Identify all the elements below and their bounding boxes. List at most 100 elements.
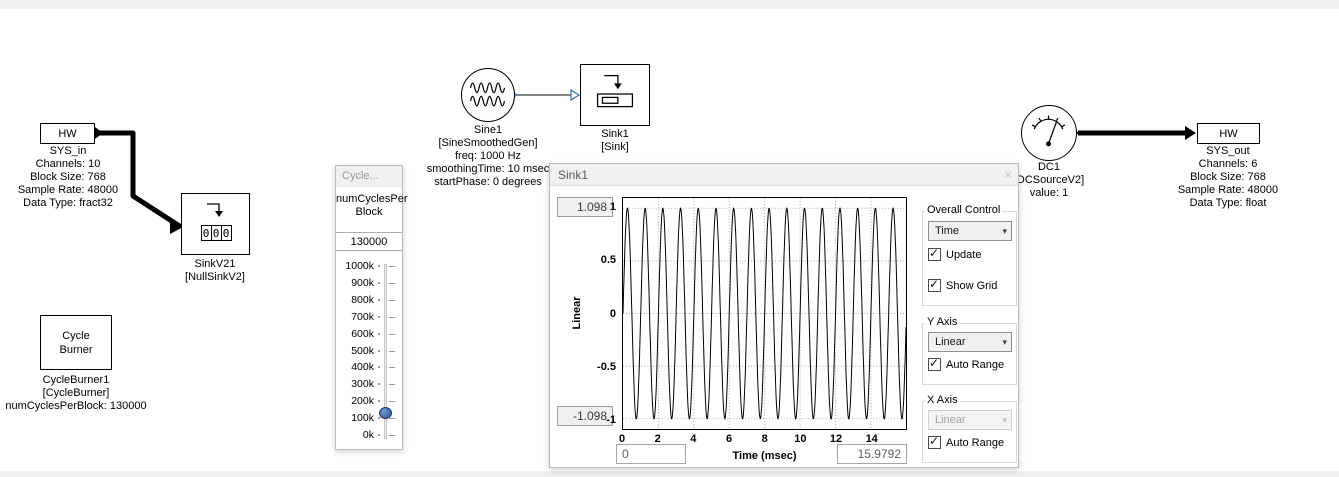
sysin-output-port[interactable] bbox=[95, 127, 103, 139]
slider-tick-mark bbox=[389, 401, 395, 402]
checkbox-label: Auto Range bbox=[946, 359, 1004, 371]
slider-handle[interactable] bbox=[379, 407, 392, 419]
block-prop-label: freq: 1000 Hz bbox=[408, 150, 568, 163]
slider-tick-label: 1000k bbox=[338, 260, 374, 272]
checkbox-label: Update bbox=[946, 249, 981, 261]
x-axis-group-label: X Axis bbox=[925, 394, 960, 406]
block-dc1[interactable] bbox=[1021, 105, 1077, 161]
counter-digit: 0 bbox=[221, 225, 232, 241]
slider-tick-mark bbox=[389, 283, 395, 284]
slider-tick-mark bbox=[389, 351, 395, 352]
block-title-line: Burner bbox=[59, 343, 92, 357]
slider-tick-label: 900k bbox=[338, 277, 374, 289]
block-name-label: SYS_out bbox=[1145, 145, 1311, 158]
slider-tick-dot bbox=[378, 366, 380, 368]
slider-scale: 1000k900k800k700k600k500k400k300k200k100… bbox=[336, 166, 402, 449]
block-type-label: [Sink] bbox=[555, 141, 675, 154]
block-sinkv21[interactable]: 0 0 0 bbox=[181, 193, 250, 255]
checkbox-box: ✓ bbox=[928, 358, 941, 371]
slider-tick-dot bbox=[378, 282, 380, 284]
slider-tick-mark bbox=[389, 367, 395, 368]
slider-tick-dot bbox=[378, 316, 380, 318]
checkbox-box: ✓ bbox=[928, 436, 941, 449]
y-axis-dropdown[interactable]: Linear ▾ bbox=[928, 332, 1012, 352]
block-prop-label: Block Size: 768 bbox=[1145, 171, 1311, 184]
slider-tick-mark bbox=[389, 300, 395, 301]
block-prop-label: Data Type: fract32 bbox=[0, 197, 151, 210]
x-axis-label: Time (msec) bbox=[697, 450, 832, 462]
block-prop-label: Sample Rate: 48000 bbox=[0, 184, 151, 197]
designer-canvas: HW SYS_in Channels: 10 Block Size: 768 S… bbox=[0, 0, 1339, 477]
update-checkbox[interactable]: ✓ Update bbox=[928, 248, 981, 261]
slider-tick-label: 0k bbox=[338, 429, 374, 441]
x-auto-range-checkbox[interactable]: ✓ Auto Range bbox=[928, 436, 1004, 449]
y-axis-group-label: Y Axis bbox=[925, 316, 959, 328]
block-title-line: Cycle bbox=[62, 329, 90, 343]
plot-canvas bbox=[623, 198, 906, 429]
block-cycleburner[interactable]: Cycle Burner bbox=[40, 315, 112, 370]
check-icon: ✓ bbox=[929, 277, 939, 291]
block-name-label: Sink1 bbox=[555, 128, 675, 141]
sink1-window-titlebar[interactable]: Sink1 × bbox=[550, 164, 1018, 186]
block-label-sys-out: SYS_out Channels: 6 Block Size: 768 Samp… bbox=[1145, 145, 1311, 210]
check-icon: ✓ bbox=[929, 246, 939, 260]
slider-tick-dot bbox=[378, 333, 380, 335]
slider-tick-dot bbox=[378, 434, 380, 436]
block-prop-label: numCyclesPerBlock: 130000 bbox=[0, 400, 166, 413]
y-auto-range-checkbox[interactable]: ✓ Auto Range bbox=[928, 358, 1004, 371]
slider-tick-dot bbox=[378, 265, 380, 267]
block-type-label: [NullSinkV2] bbox=[135, 271, 295, 284]
block-sys-in[interactable]: HW bbox=[40, 123, 95, 144]
block-sink1[interactable] bbox=[580, 64, 650, 126]
checkbox-label: Auto Range bbox=[946, 437, 1004, 449]
x-tick-label: 4 bbox=[683, 433, 703, 445]
slider-tick-mark bbox=[389, 266, 395, 267]
window-title: Sink1 bbox=[558, 168, 588, 182]
block-prop-label: startPhase: 0 degrees bbox=[408, 176, 568, 189]
x-tick-label: 10 bbox=[790, 433, 810, 445]
block-name-label: CycleBurner1 bbox=[0, 374, 166, 387]
y-axis-label: Linear bbox=[571, 296, 583, 329]
block-label-sine1: Sine1 [SineSmoothedGen] freq: 1000 Hz sm… bbox=[408, 124, 568, 189]
slider-tick-mark bbox=[389, 317, 395, 318]
overall-control-dropdown[interactable]: Time ▾ bbox=[928, 221, 1012, 241]
block-prop-label: smoothingTime: 10 msec bbox=[408, 163, 568, 176]
y-tick-label: -1 bbox=[588, 414, 616, 426]
y-tick-label: 1 bbox=[588, 201, 616, 213]
x-max-input[interactable] bbox=[837, 444, 907, 464]
close-icon[interactable]: × bbox=[1004, 167, 1012, 182]
slider-tick-dot bbox=[378, 299, 380, 301]
plot-area bbox=[622, 197, 907, 430]
y-tick-label: 0.5 bbox=[588, 254, 616, 266]
cycleburner-slider-window: Cycle... numCyclesPer Block 130000 1000k… bbox=[335, 165, 403, 450]
null-sink-counter: 0 0 0 bbox=[201, 225, 231, 241]
sink1-window: Sink1 × 1.098 -1.098 Linear Time (msec) … bbox=[549, 163, 1019, 468]
block-name-label: SYS_in bbox=[0, 145, 151, 158]
x-min-input[interactable] bbox=[616, 444, 686, 464]
meter-icon bbox=[1022, 106, 1075, 159]
check-icon: ✓ bbox=[929, 356, 939, 370]
slider-tick-label: 800k bbox=[338, 294, 374, 306]
y-tick-label: -0.5 bbox=[588, 361, 616, 373]
sink-arrow-icon bbox=[181, 197, 250, 223]
sink1-input-port[interactable] bbox=[571, 90, 579, 100]
slider-tick-label: 600k bbox=[338, 328, 374, 340]
block-label-sys-in: SYS_in Channels: 10 Block Size: 768 Samp… bbox=[0, 145, 151, 210]
slider-tick-label: 200k bbox=[338, 395, 374, 407]
x-axis-dropdown: Linear ▾ bbox=[928, 410, 1012, 430]
slider-tick-label: 100k bbox=[338, 412, 374, 424]
slider-tick-mark bbox=[389, 435, 395, 436]
dropdown-value: Linear bbox=[935, 336, 966, 348]
sine-wave-icon bbox=[462, 69, 513, 120]
block-type-label: [SineSmoothedGen] bbox=[408, 137, 568, 150]
show-grid-checkbox[interactable]: ✓ Show Grid bbox=[928, 279, 997, 292]
block-prop-label: Channels: 10 bbox=[0, 158, 151, 171]
sink-icon bbox=[581, 65, 649, 125]
block-sine1[interactable] bbox=[461, 68, 515, 122]
block-name-label: SinkV21 bbox=[135, 258, 295, 271]
x-tick-label: 8 bbox=[755, 433, 775, 445]
block-sys-out[interactable]: HW bbox=[1197, 123, 1260, 144]
chevron-down-icon: ▾ bbox=[1002, 337, 1007, 348]
overall-control-group-label: Overall Control bbox=[925, 204, 1002, 216]
slider-tick-label: 500k bbox=[338, 345, 374, 357]
